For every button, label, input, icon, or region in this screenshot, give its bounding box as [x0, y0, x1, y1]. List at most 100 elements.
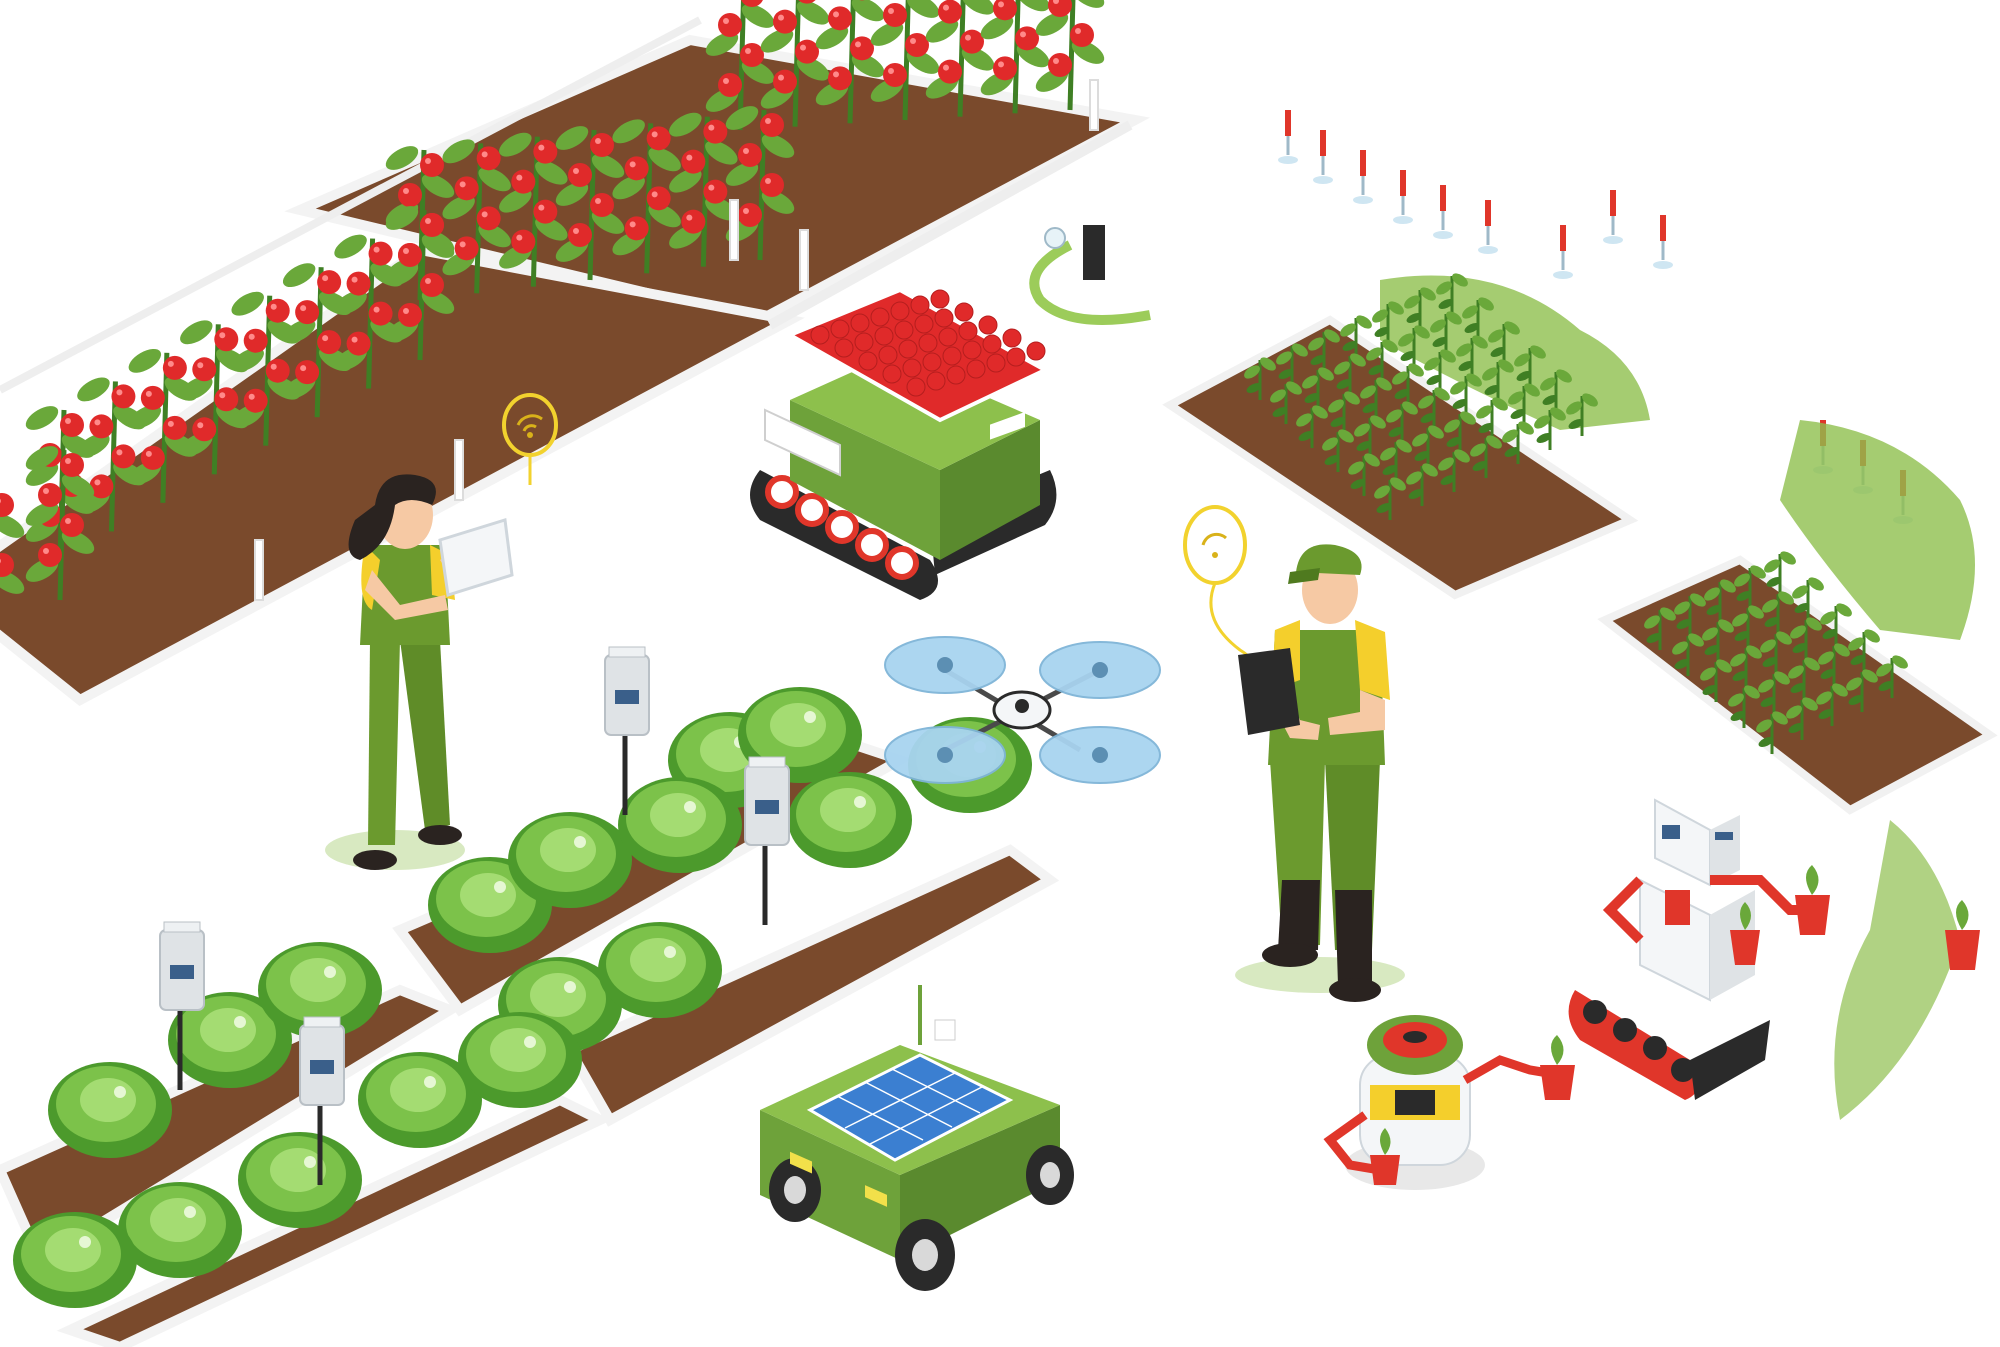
- tomato: [243, 388, 268, 413]
- crate-tomato: [858, 351, 878, 371]
- crate-tomato: [1026, 341, 1046, 361]
- tomato: [368, 241, 393, 266]
- tomato: [317, 330, 342, 355]
- crate-tomato: [882, 364, 902, 384]
- tomato: [162, 415, 187, 440]
- crate-tomato: [1002, 328, 1022, 348]
- tomato: [214, 387, 239, 412]
- tomato: [265, 298, 290, 323]
- tomato: [398, 303, 422, 327]
- tomato: [454, 176, 479, 201]
- potted-seedling: [1540, 1035, 1575, 1100]
- tomato: [646, 126, 671, 151]
- tomato: [703, 179, 728, 204]
- crate-tomato: [890, 301, 910, 321]
- tomato: [568, 223, 592, 247]
- tomato: [938, 0, 962, 24]
- tomato: [718, 13, 742, 37]
- tomato: [703, 119, 728, 144]
- crate-tomato: [910, 295, 930, 315]
- cabbage: [48, 1062, 172, 1158]
- tomato: [346, 271, 371, 296]
- tomato: [624, 216, 649, 241]
- crate-tomato: [878, 345, 898, 365]
- tomato: [111, 384, 136, 409]
- tomato: [140, 385, 165, 410]
- crate-tomato: [946, 365, 966, 385]
- tomato: [140, 445, 165, 470]
- soil-sensor: [744, 756, 790, 925]
- crate-tomato: [902, 358, 922, 378]
- tomato: [214, 327, 239, 352]
- tablet: [1238, 648, 1300, 735]
- tomato: [476, 206, 501, 231]
- tomato: [828, 6, 852, 31]
- cabbage: [238, 1132, 362, 1228]
- sprinkler-icon: [1278, 110, 1298, 164]
- tomato: [368, 301, 393, 326]
- cabbage: [618, 777, 742, 873]
- crate-tomato: [830, 319, 850, 339]
- tomato: [590, 193, 614, 217]
- tomato: [795, 39, 819, 64]
- crate-tomato: [834, 338, 854, 358]
- tomato: [38, 483, 62, 507]
- tomato: [1070, 23, 1094, 47]
- tomato: [192, 417, 217, 442]
- female-farmer-with-tablet: [325, 474, 514, 870]
- tomato: [590, 133, 614, 157]
- crate-tomato: [958, 321, 978, 341]
- tomato: [760, 113, 784, 137]
- tomato: [883, 3, 907, 27]
- sprinkler-icon: [1653, 215, 1673, 269]
- tomato: [38, 543, 62, 567]
- tomato: [993, 56, 1017, 81]
- tomato: [192, 357, 217, 382]
- sprinkler-icon: [1433, 185, 1453, 239]
- sprinkler-icon: [1553, 225, 1573, 279]
- tomato: [162, 355, 187, 380]
- sprinkler-icon: [1603, 190, 1623, 244]
- tomato: [960, 29, 984, 54]
- crate-tomato: [986, 353, 1006, 373]
- tracked-harvest-robot-with-tomato-crate: [750, 287, 1057, 600]
- tomato: [760, 173, 784, 197]
- tomato: [993, 0, 1017, 21]
- tomato: [398, 183, 422, 207]
- tomato: [533, 139, 558, 164]
- tomato: [646, 186, 671, 211]
- cabbage: [598, 922, 722, 1018]
- tomato: [420, 213, 444, 237]
- cabbage: [13, 1212, 137, 1308]
- tomato: [773, 9, 797, 34]
- crate-tomato: [954, 302, 974, 322]
- tomato: [511, 229, 536, 254]
- tomato: [718, 73, 742, 97]
- cabbage: [458, 1012, 582, 1108]
- male-farmer-with-tablet: [1183, 505, 1405, 1002]
- tomato: [420, 273, 444, 297]
- crate-tomato: [810, 325, 830, 345]
- crate-tomato: [918, 333, 938, 353]
- crate-tomato: [938, 327, 958, 347]
- crate-tomato: [982, 334, 1002, 354]
- crate-tomato: [978, 315, 998, 335]
- tomato: [454, 236, 479, 261]
- sprinkler-icon: [1313, 130, 1333, 184]
- tomato: [243, 328, 268, 353]
- tomato: [850, 36, 874, 61]
- crate-tomato: [962, 340, 982, 360]
- tomato: [1015, 26, 1039, 51]
- tomato: [568, 163, 592, 187]
- crate-tomato: [966, 359, 986, 379]
- tomato: [398, 243, 422, 267]
- crate-tomato: [926, 371, 946, 391]
- crate-tomato: [898, 339, 918, 359]
- crate-tomato: [914, 314, 934, 334]
- watering-robot: [1323, 1015, 1575, 1190]
- potted-seedling: [1795, 865, 1830, 935]
- tomato: [533, 199, 558, 224]
- crate-tomato: [942, 346, 962, 366]
- tomato: [60, 513, 84, 537]
- sprinkler-icon: [1353, 150, 1373, 204]
